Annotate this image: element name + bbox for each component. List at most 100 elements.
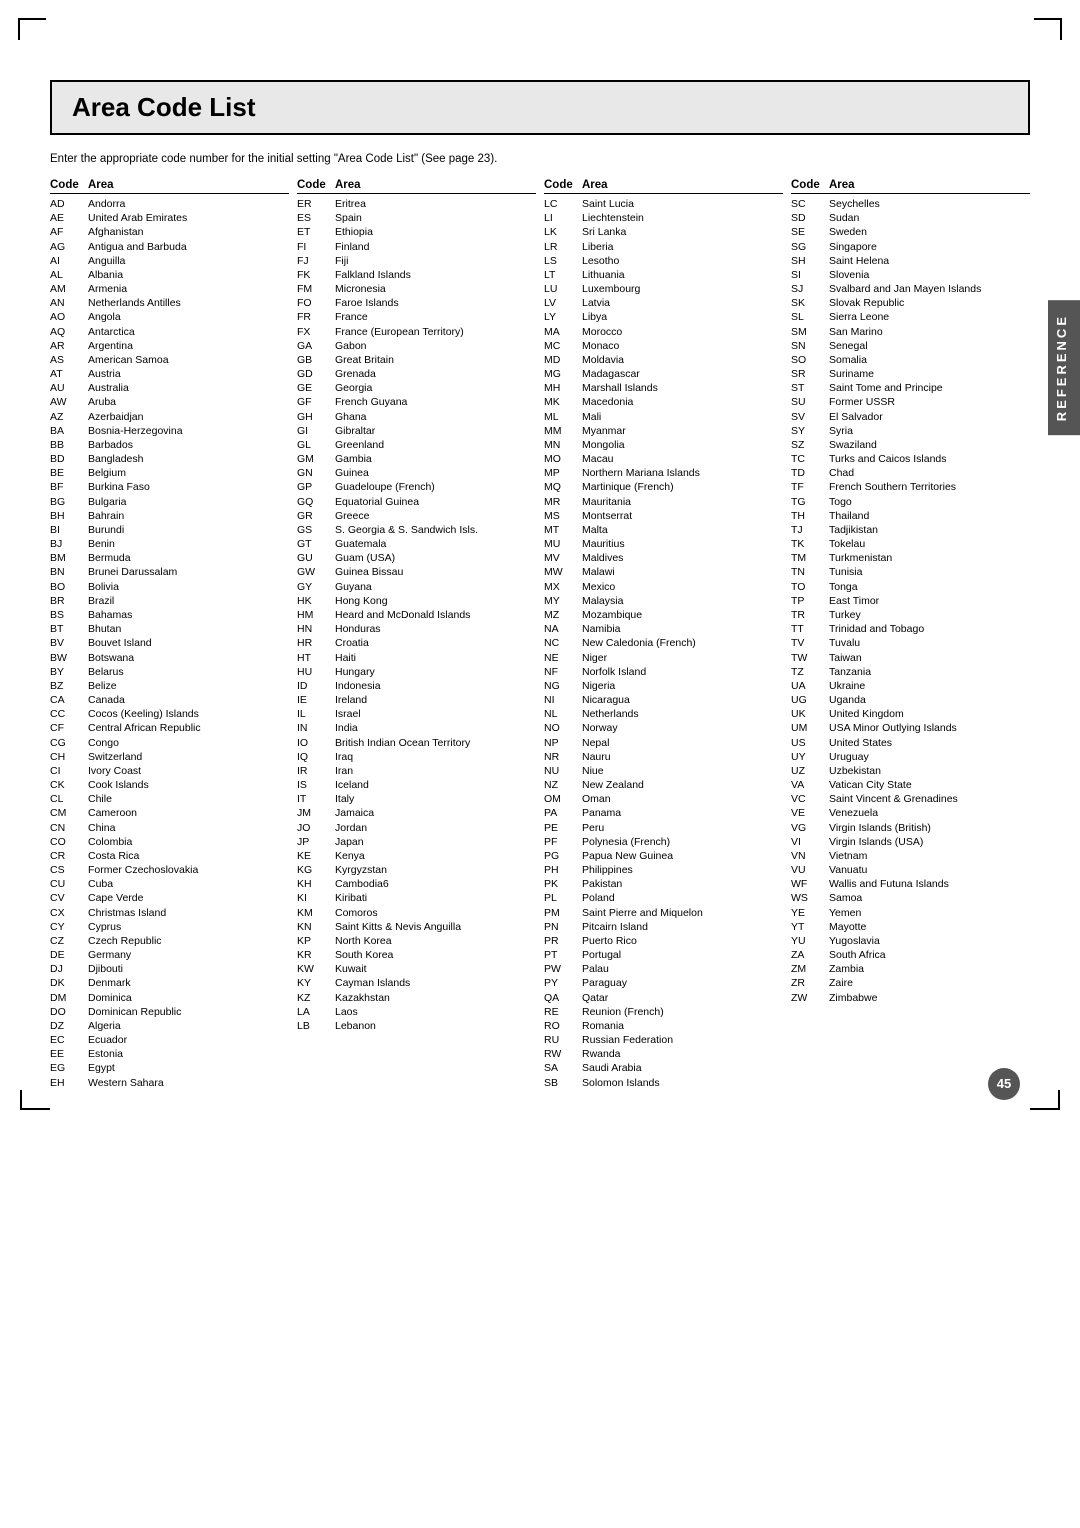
area-name: Philippines [582, 863, 783, 877]
area-name: Turkey [829, 608, 1030, 622]
area-code: MD [544, 353, 582, 367]
area-name: Lithuania [582, 268, 783, 282]
column-1: CodeAreaADAndorraAEUnited Arab EmiratesA… [50, 179, 297, 1090]
col-header-area: Area [829, 179, 1030, 191]
area-name: Bolivia [88, 580, 289, 594]
table-row: GLGreenland [297, 438, 536, 452]
area-code: UA [791, 679, 829, 693]
table-row: ILIsrael [297, 707, 536, 721]
area-code: SI [791, 268, 829, 282]
area-name: Libya [582, 310, 783, 324]
table-row: IEIreland [297, 693, 536, 707]
area-code: KY [297, 976, 335, 990]
area-code: CG [50, 736, 88, 750]
area-name: Kazakhstan [335, 991, 536, 1005]
area-name: Netherlands Antilles [88, 296, 289, 310]
area-code: MZ [544, 608, 582, 622]
area-code: BO [50, 580, 88, 594]
area-name: Tanzania [829, 665, 1030, 679]
table-row: MLMali [544, 410, 783, 424]
area-name: Guadeloupe (French) [335, 480, 536, 494]
area-name: Switzerland [88, 750, 289, 764]
table-row: GWGuinea Bissau [297, 565, 536, 579]
table-row: YEYemen [791, 906, 1030, 920]
area-name: Sudan [829, 211, 1030, 225]
area-name: Dominica [88, 991, 289, 1005]
area-name: Syria [829, 424, 1030, 438]
area-code: NZ [544, 778, 582, 792]
table-row: KWKuwait [297, 962, 536, 976]
area-code: ML [544, 410, 582, 424]
area-code: SU [791, 395, 829, 409]
table-row: IQIraq [297, 750, 536, 764]
area-code: PK [544, 877, 582, 891]
table-row: INIndia [297, 721, 536, 735]
area-code: CA [50, 693, 88, 707]
area-code: NU [544, 764, 582, 778]
area-code: ZW [791, 991, 829, 1005]
area-code: YE [791, 906, 829, 920]
area-code: IR [297, 764, 335, 778]
area-code: KE [297, 849, 335, 863]
area-code: NR [544, 750, 582, 764]
table-row: SKSlovak Republic [791, 296, 1030, 310]
area-code: CC [50, 707, 88, 721]
table-row: BZBelize [50, 679, 289, 693]
table-row: BYBelarus [50, 665, 289, 679]
area-code: MW [544, 565, 582, 579]
table-row: GUGuam (USA) [297, 551, 536, 565]
area-code: NG [544, 679, 582, 693]
area-code: TG [791, 495, 829, 509]
area-name: Tokelau [829, 537, 1030, 551]
area-name: Israel [335, 707, 536, 721]
area-code: NI [544, 693, 582, 707]
area-code: TK [791, 537, 829, 551]
table-row: CYCyprus [50, 920, 289, 934]
area-name: Yugoslavia [829, 934, 1030, 948]
area-name: Portugal [582, 948, 783, 962]
area-code: ZR [791, 976, 829, 990]
top-spacer [50, 40, 1030, 70]
table-row: HNHonduras [297, 622, 536, 636]
area-code: AE [50, 211, 88, 225]
area-name: Saint Lucia [582, 197, 783, 211]
area-code: ZA [791, 948, 829, 962]
area-name: Egypt [88, 1061, 289, 1075]
page-number: 45 [988, 1068, 1020, 1100]
area-name: Armenia [88, 282, 289, 296]
area-code: MN [544, 438, 582, 452]
area-name: Ecuador [88, 1033, 289, 1047]
area-code: GY [297, 580, 335, 594]
area-name: Macedonia [582, 395, 783, 409]
area-name: Venezuela [829, 806, 1030, 820]
area-code: ET [297, 225, 335, 239]
area-code: SG [791, 240, 829, 254]
area-code: GH [297, 410, 335, 424]
area-name: Suriname [829, 367, 1030, 381]
area-name: Macau [582, 452, 783, 466]
area-code: VE [791, 806, 829, 820]
table-row: CHSwitzerland [50, 750, 289, 764]
table-row: AUAustralia [50, 381, 289, 395]
area-name: Burkina Faso [88, 480, 289, 494]
table-row: MOMacau [544, 452, 783, 466]
area-name: Maldives [582, 551, 783, 565]
area-code: HK [297, 594, 335, 608]
area-code: SD [791, 211, 829, 225]
area-code: FJ [297, 254, 335, 268]
area-name: Poland [582, 891, 783, 905]
area-name: Saudi Arabia [582, 1061, 783, 1075]
table-row: WFWallis and Futuna Islands [791, 877, 1030, 891]
area-code: BJ [50, 537, 88, 551]
table-row: LKSri Lanka [544, 225, 783, 239]
area-code: GL [297, 438, 335, 452]
area-name: British Indian Ocean Territory [335, 736, 536, 750]
area-name: Norfolk Island [582, 665, 783, 679]
table-row: MPNorthern Mariana Islands [544, 466, 783, 480]
table-row: KZKazakhstan [297, 991, 536, 1005]
table-row: SDSudan [791, 211, 1030, 225]
table-row: BJBenin [50, 537, 289, 551]
area-name: Morocco [582, 325, 783, 339]
area-name: Indonesia [335, 679, 536, 693]
area-name: Somalia [829, 353, 1030, 367]
